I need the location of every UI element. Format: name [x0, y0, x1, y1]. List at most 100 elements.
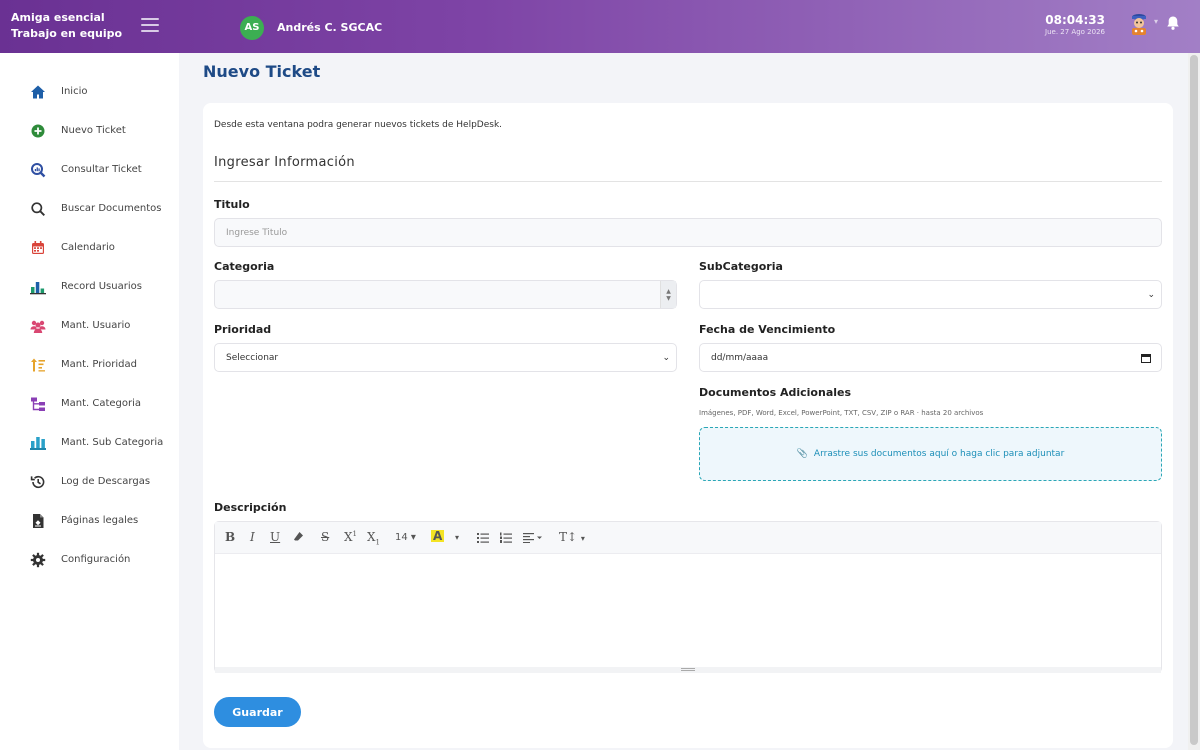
editor-content-area[interactable]: [215, 555, 1161, 667]
categoria-select[interactable]: ▲ ▼: [214, 280, 677, 309]
bar-chart-icon: [30, 279, 46, 295]
save-button[interactable]: Guardar: [214, 697, 301, 727]
titulo-placeholder: Ingrese Titulo: [226, 227, 288, 238]
sidebar-item-consultar-ticket[interactable]: Consultar Ticket: [0, 150, 179, 189]
home-icon: [30, 84, 46, 100]
menu-toggle-icon[interactable]: [141, 18, 159, 32]
fecha-label: Fecha de Vencimiento: [699, 323, 836, 336]
titulo-label: Titulo: [214, 198, 250, 211]
descripcion-label: Descripción: [214, 501, 287, 514]
brand[interactable]: Amiga esencial Trabajo en equipo: [11, 10, 122, 42]
superscript-icon[interactable]: X1: [344, 530, 357, 544]
brand-line-1: Amiga esencial: [11, 11, 105, 24]
scrollbar[interactable]: [1188, 53, 1200, 750]
dropzone-text: Arrastre sus documentos aquí o haga clic…: [813, 449, 1065, 459]
chevron-down-icon[interactable]: ▾: [455, 533, 459, 542]
sidebar-item-inicio[interactable]: Inicio: [0, 72, 179, 111]
sidebar-item-mant-prioridad[interactable]: Mant. Prioridad: [0, 345, 179, 384]
text-height-icon[interactable]: T↕ ▾: [559, 530, 585, 544]
scrollbar-thumb[interactable]: [1190, 55, 1198, 745]
top-bar: Amiga esencial Trabajo en equipo AS Andr…: [0, 0, 1200, 53]
clock-time: 08:04:33: [1045, 13, 1105, 27]
brand-line-2: Trabajo en equipo: [11, 27, 123, 40]
users-icon: [30, 318, 46, 334]
sidebar-item-label: Calendario: [61, 242, 115, 253]
sidebar-item-label: Mant. Categoria: [61, 398, 142, 409]
calendar-icon: [30, 240, 46, 256]
strikethrough-icon[interactable]: S: [321, 530, 329, 544]
sidebar-item-label: Record Usuarios: [61, 281, 142, 292]
bell-icon[interactable]: [1165, 15, 1181, 31]
bold-icon[interactable]: B: [225, 530, 235, 544]
titulo-input[interactable]: Ingrese Titulo: [214, 218, 1162, 247]
spinner-arrows-icon[interactable]: ▲ ▼: [660, 281, 676, 308]
sidebar-item-mant-usuario[interactable]: Mant. Usuario: [0, 306, 179, 345]
prioridad-value: Seleccionar: [226, 352, 279, 363]
prioridad-select[interactable]: Seleccionar ⌄: [214, 343, 677, 372]
sitemap-icon: [30, 396, 46, 412]
subcategoria-label: SubCategoria: [699, 260, 783, 273]
intro-text: Desde esta ventana podra generar nuevos …: [214, 120, 503, 130]
fecha-placeholder: dd/mm/aaaa: [711, 352, 769, 363]
sidebar-item-nuevo-ticket[interactable]: Nuevo Ticket: [0, 111, 179, 150]
sidebar-item-label: Mant. Usuario: [61, 320, 131, 331]
gear-icon: [30, 552, 46, 568]
sidebar-item-label: Configuración: [61, 554, 131, 565]
sidebar-item-label: Buscar Documentos: [61, 203, 162, 214]
font-size-value: 14: [395, 532, 408, 543]
sidebar-item-paginas-legales[interactable]: Páginas legales: [0, 501, 179, 540]
subscript-icon[interactable]: X1: [367, 530, 380, 546]
sidebar-item-label: Consultar Ticket: [61, 164, 142, 175]
sidebar-item-label: Inicio: [61, 86, 88, 97]
prioridad-label: Prioridad: [214, 323, 272, 336]
sidebar-item-label: Mant. Prioridad: [61, 359, 137, 370]
avatar[interactable]: AS: [240, 16, 264, 40]
user-name[interactable]: Andrés C. SGCAC: [277, 21, 382, 34]
sidebar-item-label: Páginas legales: [61, 515, 139, 526]
sidebar-item-label: Nuevo Ticket: [61, 125, 126, 136]
eraser-icon[interactable]: [293, 531, 304, 545]
sidebar-item-mant-categoria[interactable]: Mant. Categoria: [0, 384, 179, 423]
page-title: Nuevo Ticket: [203, 62, 321, 81]
sidebar-item-record-usuarios[interactable]: Record Usuarios: [0, 267, 179, 306]
docs-hint: Imágenes, PDF, Word, Excel, PowerPoint, …: [699, 409, 984, 417]
search-icon: [30, 201, 46, 217]
sidebar: Inicio Nuevo Ticket Consultar Ticket Bus…: [0, 53, 179, 750]
calendar-icon[interactable]: [1141, 353, 1151, 363]
history-icon: [30, 474, 46, 490]
paperclip-icon: 📎: [796, 449, 808, 459]
editor-toolbar: B I U S X1 X1 14 ▾ A ▾ T↕ ▾: [215, 522, 1161, 554]
clock-date: Jue. 27 Ago 2026: [1045, 28, 1105, 36]
plus-circle-icon: [30, 123, 46, 139]
chevron-down-icon: ⌄: [1147, 290, 1155, 300]
sidebar-item-label: Mant. Sub Categoria: [61, 437, 164, 448]
sidebar-item-label: Log de Descargas: [61, 476, 151, 487]
align-left-icon[interactable]: [523, 532, 543, 546]
profile-avatar-icon[interactable]: [1127, 12, 1151, 36]
sidebar-item-mant-sub-categoria[interactable]: Mant. Sub Categoria: [0, 423, 179, 462]
underline-icon[interactable]: U: [270, 530, 280, 544]
rich-text-editor: B I U S X1 X1 14 ▾ A ▾ T↕ ▾: [214, 521, 1162, 673]
categoria-label: Categoria: [214, 260, 275, 273]
legal-document-icon: [30, 513, 46, 529]
chevron-down-icon[interactable]: ▾: [1154, 17, 1158, 26]
sidebar-item-log-descargas[interactable]: Log de Descargas: [0, 462, 179, 501]
highlight-color-icon[interactable]: A: [431, 530, 445, 542]
sidebar-item-configuracion[interactable]: Configuración: [0, 540, 179, 579]
sidebar-item-calendario[interactable]: Calendario: [0, 228, 179, 267]
resize-handle[interactable]: [215, 667, 1161, 673]
sub-category-icon: [30, 435, 46, 451]
sidebar-item-buscar-documentos[interactable]: Buscar Documentos: [0, 189, 179, 228]
clock: 08:04:33 Jue. 27 Ago 2026: [1010, 13, 1105, 37]
section-divider: [214, 181, 1162, 182]
sort-priority-icon: [30, 357, 46, 373]
file-dropzone[interactable]: 📎 Arrastre sus documentos aquí o haga cl…: [699, 427, 1162, 481]
italic-icon[interactable]: I: [250, 530, 255, 544]
font-size-select[interactable]: 14 ▾: [395, 532, 416, 543]
subcategoria-select[interactable]: ⌄: [699, 280, 1162, 309]
section-title: Ingresar Información: [214, 155, 355, 170]
fecha-input[interactable]: dd/mm/aaaa: [699, 343, 1162, 372]
docs-label: Documentos Adicionales: [699, 386, 852, 399]
numbered-list-icon[interactable]: [500, 532, 512, 546]
bullet-list-icon[interactable]: [477, 532, 489, 546]
